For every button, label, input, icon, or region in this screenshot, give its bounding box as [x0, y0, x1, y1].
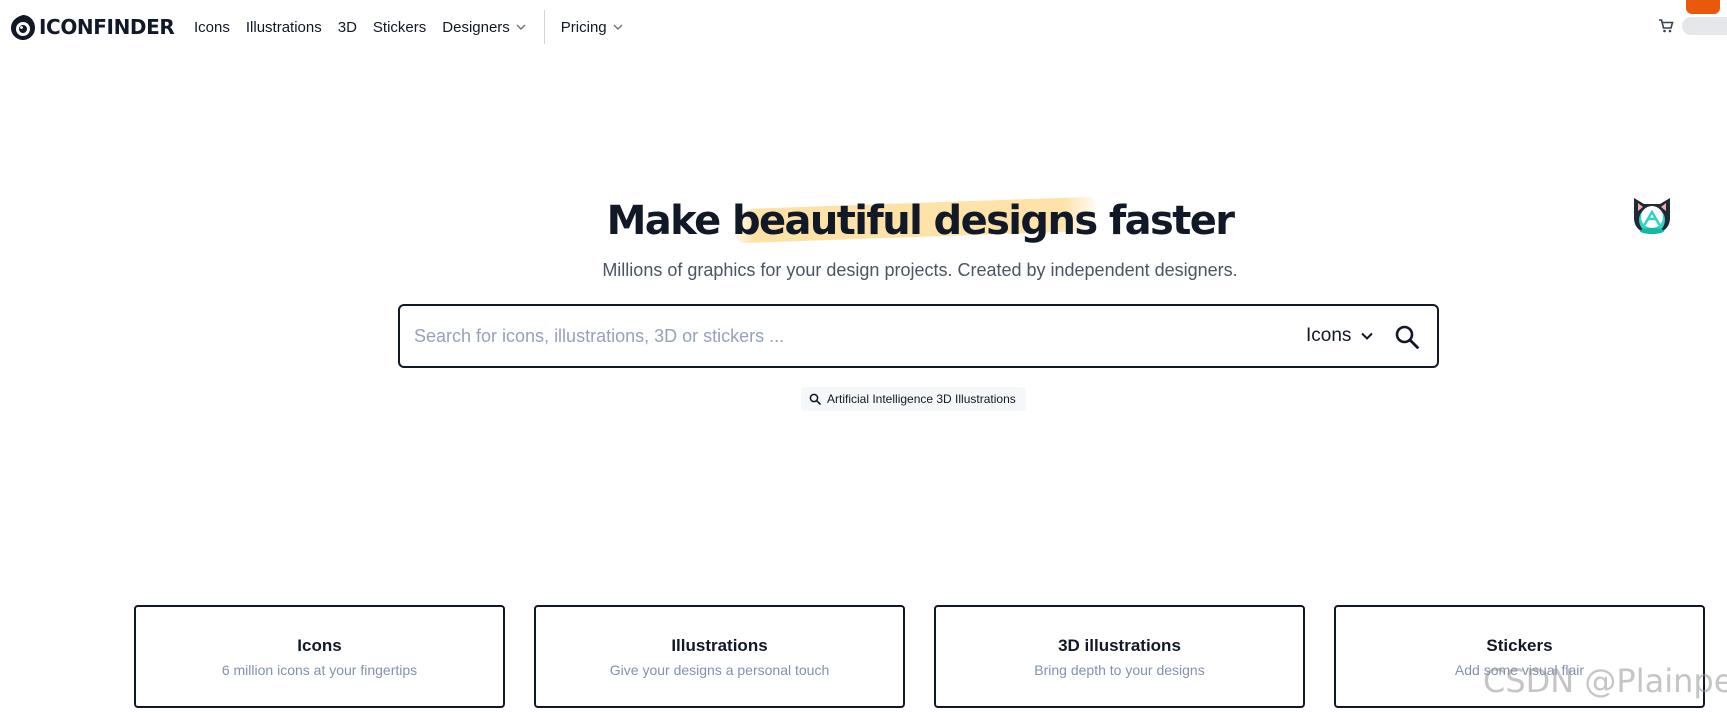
chevron-down-icon [1361, 332, 1374, 340]
category-card-icons[interactable]: Icons 6 million icons at your fingertips [134, 605, 505, 708]
hero-title-before: Make [606, 198, 732, 244]
card-description: Give your designs a personal touch [609, 662, 830, 678]
nav-illustrations[interactable]: Illustrations [246, 19, 322, 36]
category-card-illustrations[interactable]: Illustrations Give your designs a person… [534, 605, 905, 708]
card-title: Icons [297, 636, 342, 655]
hero-title-highlight: beautiful designs [731, 198, 1098, 244]
search-type-select[interactable]: Icons [1306, 306, 1374, 366]
hero-title: Make beautiful designs faster [0, 198, 1727, 244]
nav-3d[interactable]: 3D [338, 19, 357, 36]
cat-mascot-icon[interactable] [1628, 190, 1676, 238]
search-icon[interactable] [1394, 324, 1420, 350]
main-nav: Icons Illustrations 3D Stickers Designer… [194, 0, 639, 54]
card-title: Illustrations [671, 636, 768, 655]
hero-title-after: faster [1096, 198, 1235, 244]
nav-icons[interactable]: Icons [194, 19, 230, 36]
hero-subtitle: Millions of graphics for your design pro… [602, 260, 1238, 280]
cart-icon[interactable] [1658, 18, 1674, 34]
iconfinder-logo[interactable]: ICONFINDER [10, 13, 175, 41]
top-navigation: ICONFINDER Icons Illustrations 3D Sticke… [0, 0, 1727, 54]
account-pill[interactable] [1682, 17, 1727, 35]
card-description: Bring depth to your designs [1034, 662, 1205, 678]
nav-designers[interactable]: Designers [442, 19, 526, 36]
category-card-3d-illustrations[interactable]: 3D illustrations Bring depth to your des… [934, 605, 1305, 708]
search-icon [809, 393, 821, 405]
suggestion-label: Artificial Intelligence 3D Illustrations [827, 392, 1016, 406]
eye-logo-icon [11, 15, 35, 40]
nav-stickers[interactable]: Stickers [373, 19, 426, 36]
card-title: 3D illustrations [1058, 636, 1181, 655]
nav-pricing-label: Pricing [560, 18, 607, 36]
watermark: CSDN @Plainper [1483, 662, 1727, 700]
search-suggestion-chip[interactable]: Artificial Intelligence 3D Illustrations [801, 387, 1026, 411]
card-description: 6 million icons at your fingertips [221, 662, 418, 678]
corner-badge [1686, 0, 1720, 14]
chevron-down-icon [613, 24, 623, 30]
chevron-down-icon [516, 24, 526, 30]
search-input[interactable] [414, 306, 1284, 366]
search-bar: Icons [398, 304, 1439, 368]
search-type-label: Icons [1306, 325, 1352, 346]
nav-pricing[interactable]: Pricing [561, 19, 623, 36]
nav-divider [543, 10, 545, 44]
logo-text: ICONFINDER [39, 15, 175, 39]
card-title: Stickers [1486, 636, 1553, 655]
nav-designers-label: Designers [442, 18, 510, 36]
